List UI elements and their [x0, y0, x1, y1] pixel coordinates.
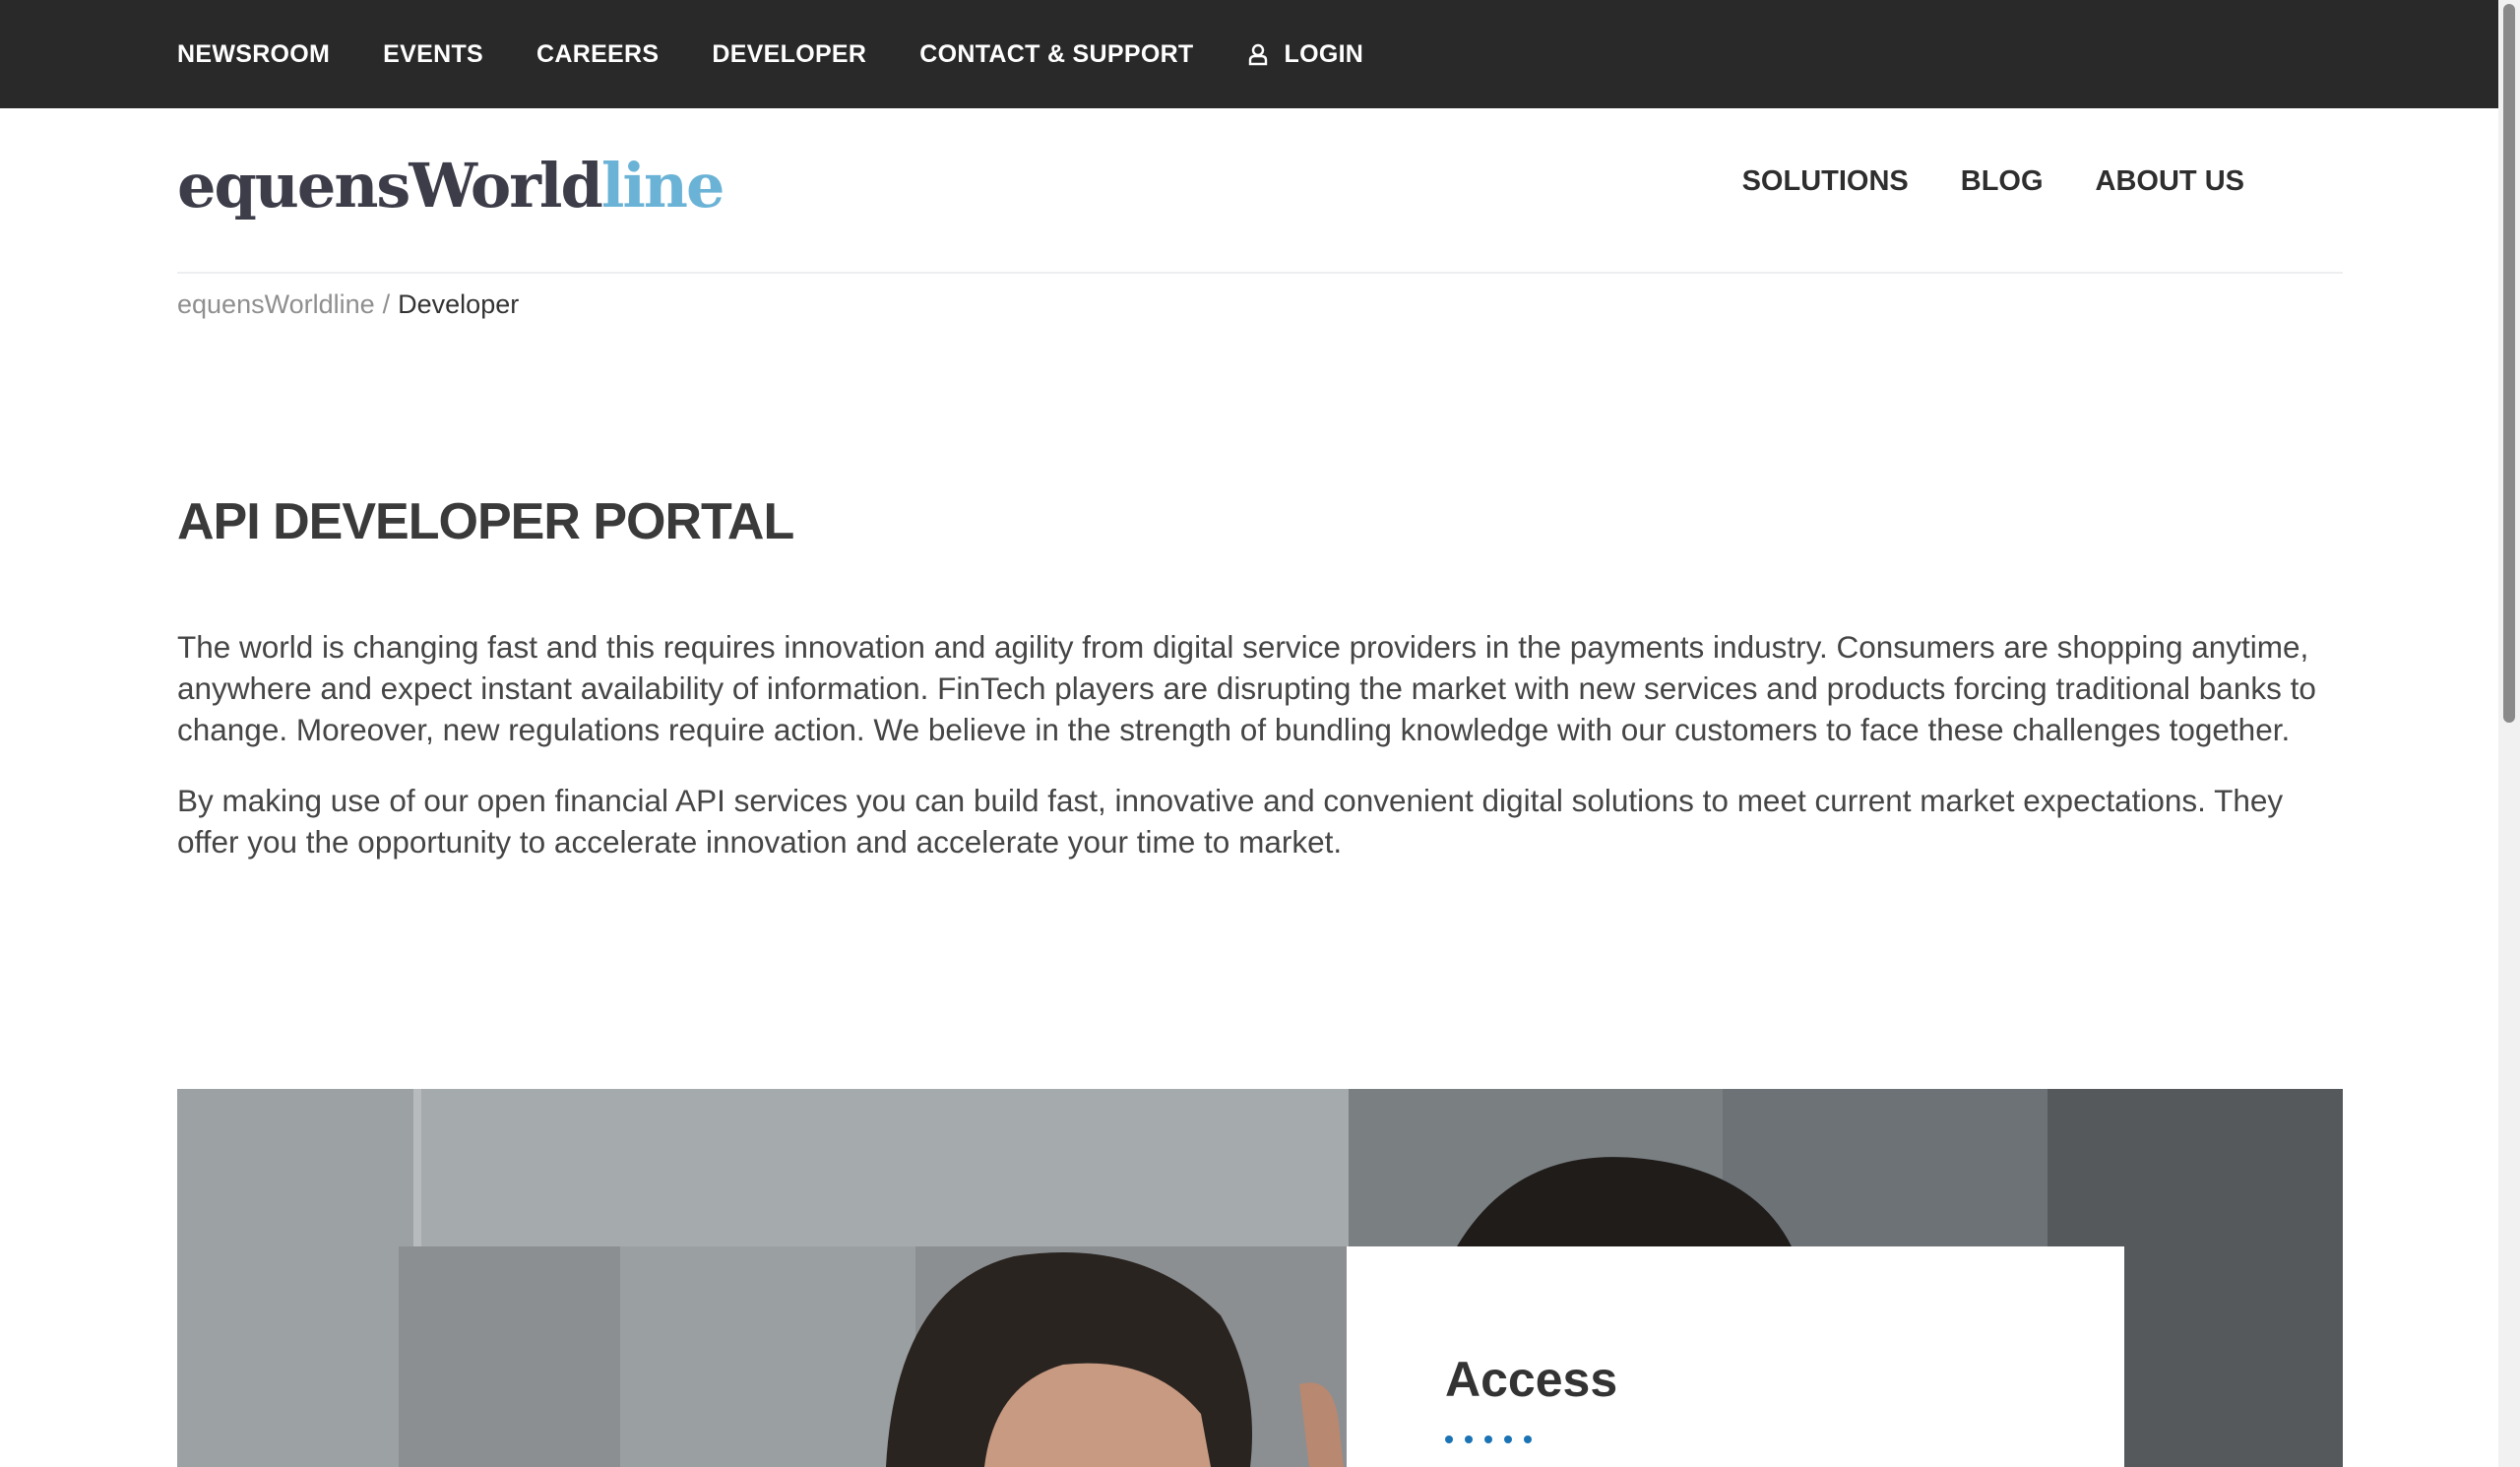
access-card-title: Access: [1445, 1352, 1618, 1407]
utility-bar: NEWSROOM EVENTS CAREERS DEVELOPER CONTAC…: [0, 0, 2498, 108]
nav-about-us[interactable]: ABOUT US: [2096, 165, 2244, 198]
user-icon: [1248, 43, 1267, 66]
utility-link-careers[interactable]: CAREERS: [536, 40, 659, 69]
breadcrumb-current: Developer: [398, 289, 520, 319]
page-scrollbar[interactable]: [2498, 0, 2520, 1467]
logo-text-world: World: [409, 150, 602, 222]
breadcrumb-home[interactable]: equensWorldline: [177, 289, 375, 319]
page-title: API DEVELOPER PORTAL: [177, 493, 794, 550]
login-link[interactable]: LOGIN: [1247, 40, 1364, 69]
login-label: LOGIN: [1284, 39, 1364, 68]
intro-text: The world is changing fast and this requ…: [177, 626, 2343, 892]
logo-text-equens: equens: [177, 150, 410, 222]
intro-paragraph-1: The world is changing fast and this requ…: [177, 629, 2316, 747]
logo-text-line: line: [600, 150, 725, 222]
nav-solutions[interactable]: SOLUTIONS: [1742, 165, 1909, 198]
dotted-divider-icon: [1445, 1435, 1544, 1443]
utility-link-contact-support[interactable]: CONTACT & SUPPORT: [919, 40, 1193, 69]
main-nav: SOLUTIONS BLOG ABOUT US: [1690, 165, 2244, 198]
breadcrumb: equensWorldline / Developer: [177, 289, 519, 320]
scrollbar-thumb[interactable]: [2503, 4, 2515, 723]
utility-link-events[interactable]: EVENTS: [383, 40, 483, 69]
header-divider: [177, 272, 2343, 274]
breadcrumb-separator: /: [382, 289, 391, 319]
utility-link-developer[interactable]: DEVELOPER: [712, 40, 866, 69]
site-logo[interactable]: equens World line: [177, 143, 725, 222]
utility-link-newsroom[interactable]: NEWSROOM: [177, 40, 330, 69]
hero-banner: Access: [177, 1089, 2343, 1467]
nav-blog[interactable]: BLOG: [1961, 165, 2044, 198]
utility-nav: NEWSROOM EVENTS CAREERS DEVELOPER CONTAC…: [177, 0, 1417, 108]
access-card: Access: [1347, 1246, 2124, 1467]
intro-paragraph-2: By making use of our open financial API …: [177, 783, 2284, 860]
